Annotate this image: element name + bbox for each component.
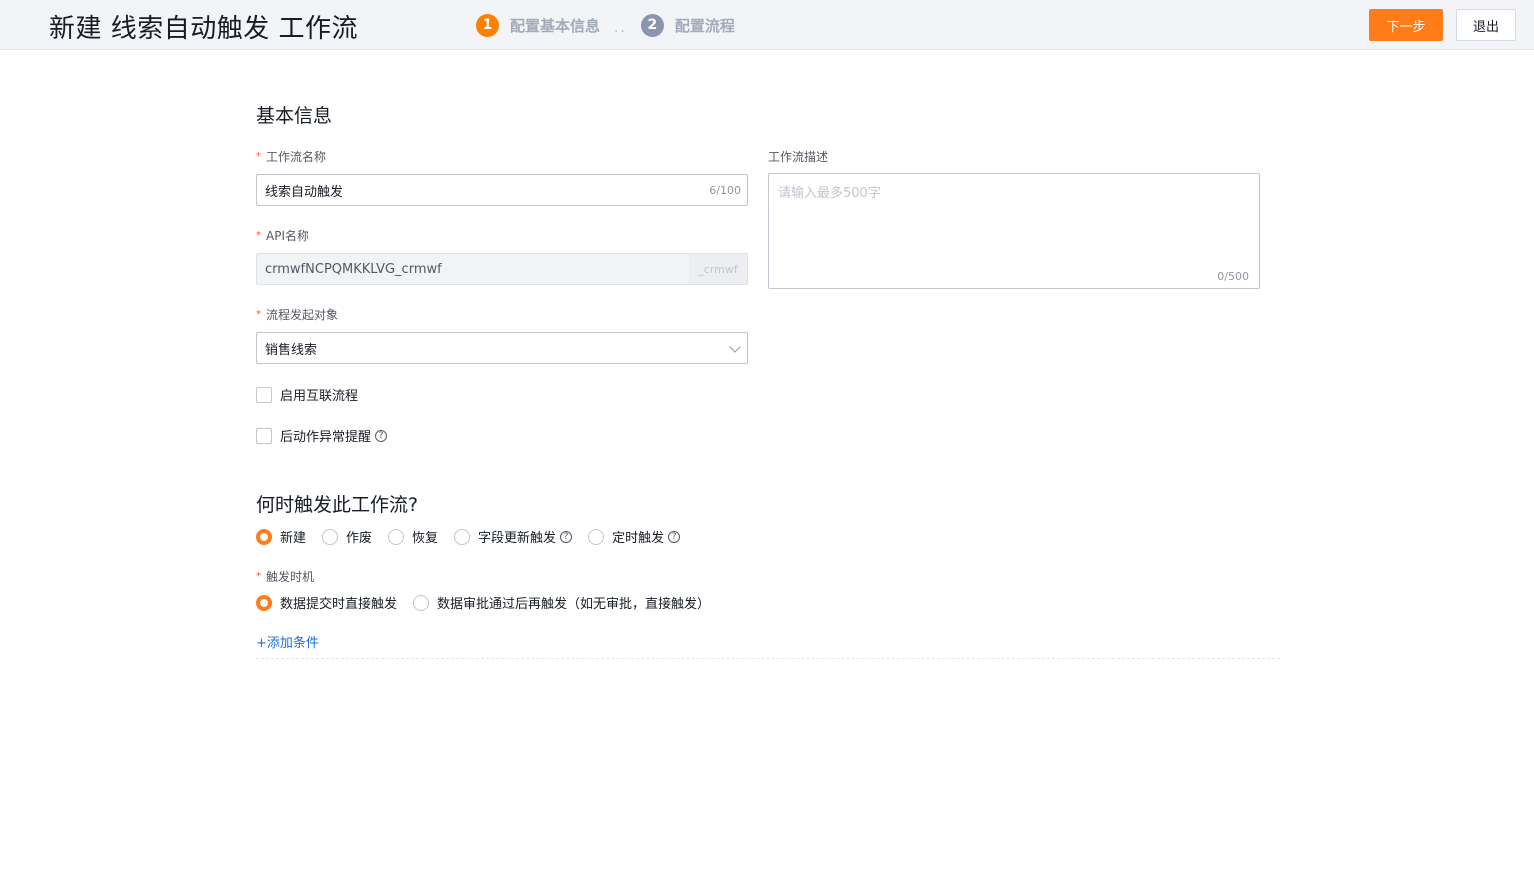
trigger-type-label: 定时触发 <box>612 531 665 546</box>
radio-checked[interactable] <box>256 594 272 611</box>
alert-label: 后动作异常提醒 <box>280 430 372 445</box>
required-mark: * <box>256 230 261 241</box>
radio-checked[interactable] <box>256 528 272 545</box>
api-name-suffix: _crmwf <box>689 254 747 284</box>
timing-label: 数据提交时直接触发 <box>280 597 398 612</box>
step-2-label: 配置流程 <box>674 16 735 35</box>
trigger-type-label: 作废 <box>346 531 373 546</box>
top-header: 新建 线索自动触发 工作流 1 配置基本信息 .. 2 配置流程 下一步 退出 <box>0 0 1534 50</box>
timing-label: 数据审批通过后再触发（如无审批，直接触发） <box>437 597 711 612</box>
trigger-type-group: 新建 作废 恢复 字段更新触发 ? 定时触发 ? <box>256 527 696 546</box>
description-label: 工作流描述 <box>768 150 829 164</box>
description-counter: 0/500 <box>1217 270 1249 283</box>
workflow-name-label: * 工作流名称 <box>256 148 326 165</box>
trigger-type-label: 恢复 <box>412 531 439 546</box>
help-icon[interactable]: ? <box>668 530 681 543</box>
initiating-object-label-text: 流程发起对象 <box>266 308 339 322</box>
required-mark: * <box>256 151 261 162</box>
trigger-timing-label-text: 触发时机 <box>266 570 315 584</box>
step-1-label: 配置基本信息 <box>510 16 601 35</box>
workflow-name-counter: 6/100 <box>709 184 741 197</box>
step-2-number: 2 <box>640 13 664 37</box>
radio[interactable] <box>322 528 339 545</box>
initiating-object-label: * 流程发起对象 <box>256 306 338 323</box>
interconnect-checkbox-row[interactable]: 启用互联流程 <box>256 385 358 404</box>
trigger-type-create[interactable]: 新建 <box>256 527 306 546</box>
divider <box>256 658 1280 659</box>
trigger-type-restore[interactable]: 恢复 <box>388 527 438 546</box>
alert-checkbox-row[interactable]: 后动作异常提醒 ? <box>256 426 388 445</box>
step-1-number: 1 <box>476 13 499 37</box>
initiating-object-value: 销售线索 <box>265 342 318 358</box>
trigger-type-field-update[interactable]: 字段更新触发 ? <box>454 527 573 546</box>
required-mark: * <box>256 571 261 582</box>
trigger-type-label: 新建 <box>280 531 307 546</box>
api-name-label: * API名称 <box>256 227 309 244</box>
timing-on-submit[interactable]: 数据提交时直接触发 <box>256 593 397 612</box>
add-condition-link[interactable]: +添加条件 <box>256 632 319 651</box>
step-separator: .. <box>614 20 627 36</box>
alert-checkbox[interactable] <box>256 427 272 444</box>
required-mark: * <box>256 309 261 320</box>
help-icon[interactable]: ? <box>375 429 388 442</box>
radio[interactable] <box>454 528 471 545</box>
radio[interactable] <box>413 594 430 611</box>
workflow-name-input[interactable]: 线索自动触发 6/100 <box>256 174 748 206</box>
help-icon[interactable]: ? <box>560 530 573 543</box>
radio[interactable] <box>588 528 605 545</box>
trigger-timing-group: 数据提交时直接触发 数据审批通过后再触发（如无审批，直接触发） <box>256 593 726 612</box>
step-indicator: 1 配置基本信息 .. 2 配置流程 <box>476 13 735 37</box>
trigger-timing-label: * 触发时机 <box>256 568 314 585</box>
timing-after-approval[interactable]: 数据审批通过后再触发（如无审批，直接触发） <box>413 593 710 612</box>
next-step-button[interactable]: 下一步 <box>1369 9 1443 41</box>
interconnect-label: 启用互联流程 <box>280 389 359 404</box>
api-name-value: crmwfNCPQMKKLVG_crmwf <box>265 261 442 277</box>
api-name-input: crmwfNCPQMKKLVG_crmwf _crmwf <box>256 253 748 285</box>
chevron-down-icon <box>729 341 741 353</box>
basic-info-title: 基本信息 <box>256 105 333 127</box>
workflow-name-value: 线索自动触发 <box>265 184 344 200</box>
page-title: 新建 线索自动触发 工作流 <box>49 14 359 44</box>
workflow-name-label-text: 工作流名称 <box>266 150 327 164</box>
exit-button[interactable]: 退出 <box>1456 9 1516 41</box>
trigger-type-invalidate[interactable]: 作废 <box>322 527 372 546</box>
interconnect-checkbox[interactable] <box>256 386 272 403</box>
api-name-label-text: API名称 <box>266 229 309 243</box>
initiating-object-select[interactable]: 销售线索 <box>256 332 748 364</box>
trigger-type-label: 字段更新触发 <box>478 531 557 546</box>
trigger-type-scheduled[interactable]: 定时触发 ? <box>588 527 681 546</box>
description-textarea[interactable]: 请输入最多500字 0/500 <box>768 173 1260 289</box>
radio[interactable] <box>388 528 405 545</box>
description-placeholder: 请输入最多500字 <box>778 186 881 201</box>
trigger-section-title: 何时触发此工作流? <box>256 494 419 516</box>
